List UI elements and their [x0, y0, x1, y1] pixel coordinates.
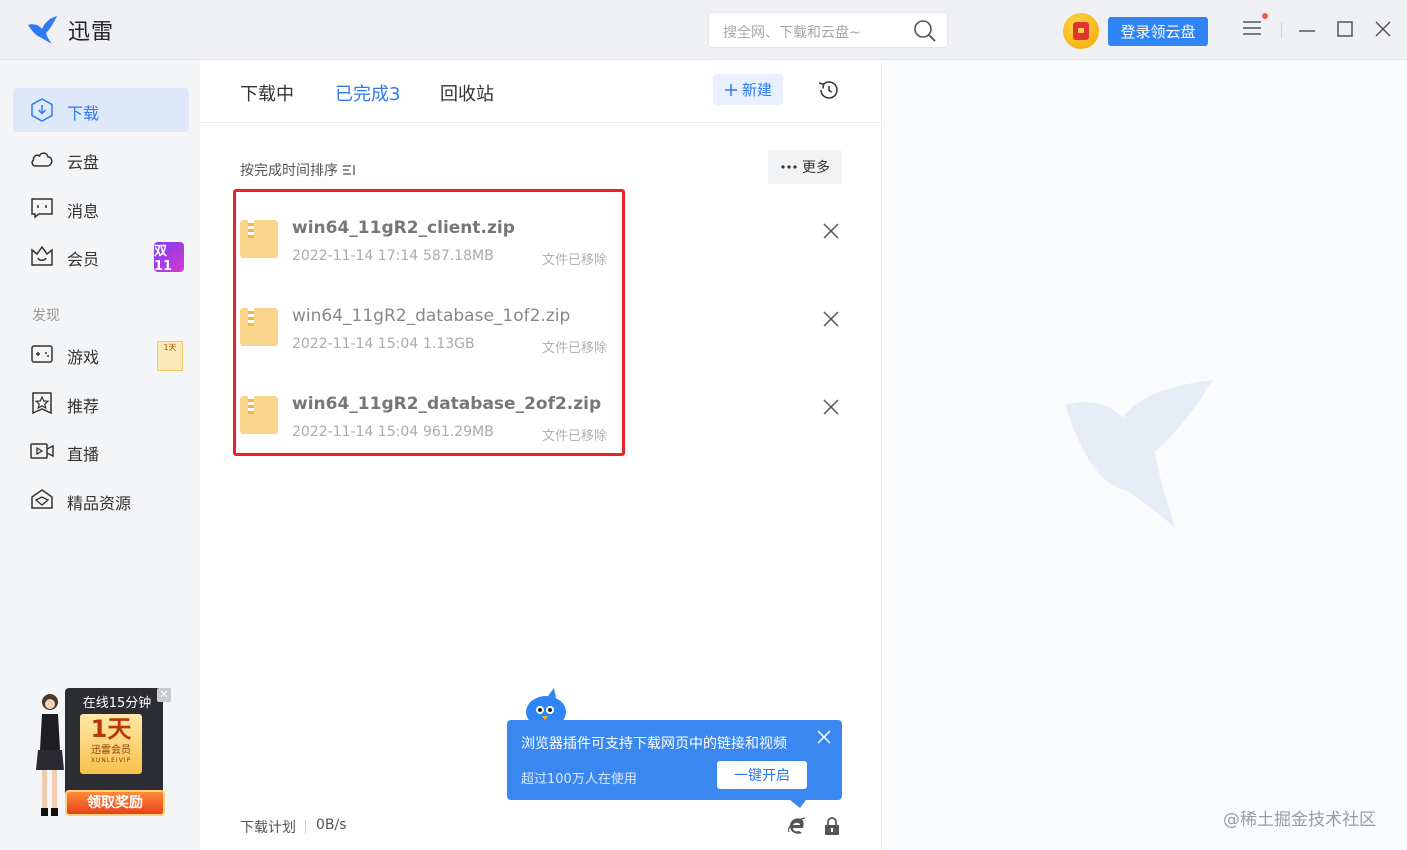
tab-bar: 下载中 已完成3 回收站 新建	[200, 60, 882, 123]
claim-reward-button[interactable]: 领取奖励	[65, 790, 165, 816]
history-icon[interactable]	[817, 78, 841, 102]
menu-icon[interactable]	[1242, 18, 1262, 38]
download-icon	[31, 98, 53, 122]
browser-plugin-tooltip: 浏览器插件可支持下载网页中的链接和视频 超过100万人在使用 一键开启	[507, 720, 842, 808]
diamond-icon	[31, 489, 53, 509]
sort-icon	[343, 165, 356, 175]
sidebar-item-vip[interactable]: 会员 双11	[13, 234, 189, 278]
one-day-badge: 1天	[157, 341, 183, 371]
vip-promo-banner[interactable]: 在线15分钟 1天 迅雷会员 XUNLEIVIP 领取奖励 ✕	[30, 680, 180, 820]
vip-promo-card[interactable]: 在线15分钟 1天 迅雷会员 XUNLEIVIP 领取奖励	[65, 688, 165, 816]
sidebar-item-label: 推荐	[67, 397, 100, 416]
more-label: 更多	[802, 160, 830, 176]
sidebar-item-label: 精品资源	[67, 494, 132, 513]
sidebar-item-label: 下载	[67, 104, 100, 123]
sidebar-item-recommend[interactable]: 推荐	[13, 381, 189, 425]
enable-plugin-button[interactable]: 一键开启	[717, 761, 807, 789]
search-icon[interactable]	[913, 19, 937, 43]
notification-dot	[1262, 13, 1268, 19]
minimize-icon[interactable]	[1298, 18, 1316, 38]
maximize-icon[interactable]	[1336, 18, 1354, 38]
highlight-box	[233, 189, 625, 456]
promo-vip-name: 迅雷会员	[91, 745, 131, 756]
sidebar-item-download[interactable]: 下载	[13, 88, 189, 132]
gamepad-icon	[31, 345, 53, 363]
title-bar: 迅雷 搜全网、下载和云盘~ 登录领云盘	[0, 0, 1407, 60]
tab-recycle-bin[interactable]: 回收站	[440, 80, 494, 106]
watermark-text: @稀土掘金技术社区	[1223, 810, 1376, 830]
search-placeholder: 搜全网、下载和云盘~	[723, 25, 861, 41]
tooltip-close-icon[interactable]	[817, 730, 831, 744]
download-plan-label[interactable]: 下载计划	[240, 817, 296, 837]
double11-badge: 双11	[154, 242, 184, 274]
xunlei-watermark-bird-icon	[1065, 380, 1213, 528]
sidebar-item-label: 直播	[67, 445, 100, 464]
title-divider	[1281, 22, 1282, 38]
cloud-icon	[31, 152, 53, 167]
tooltip-title: 浏览器插件可支持下载网页中的链接和视频	[521, 736, 787, 752]
promo-day-ticket: 1天 迅雷会员 XUNLEIVIP	[80, 714, 142, 774]
live-video-icon	[30, 443, 54, 459]
delete-icon[interactable]	[822, 398, 840, 416]
login-button[interactable]: 登录领云盘	[1108, 17, 1208, 46]
sidebar-item-cloud[interactable]: 云盘	[13, 137, 189, 181]
promo-vip-name-en: XUNLEIVIP	[90, 757, 132, 764]
discover-section-label: 发现	[32, 308, 60, 324]
tab-completed[interactable]: 已完成3	[335, 80, 400, 106]
tooltip-subtitle: 超过100万人在使用	[521, 772, 637, 787]
delete-icon[interactable]	[822, 310, 840, 328]
message-icon	[31, 198, 53, 219]
more-button[interactable]: 更多	[768, 150, 842, 184]
sidebar-item-label: 游戏	[67, 348, 100, 367]
star-icon	[32, 392, 52, 415]
tooltip-tail	[790, 800, 806, 808]
detail-panel: @稀土掘金技术社区	[883, 60, 1407, 850]
red-packet-icon[interactable]	[1063, 13, 1099, 49]
sidebar-item-live[interactable]: 直播	[13, 429, 189, 473]
delete-icon[interactable]	[822, 222, 840, 240]
new-task-button[interactable]: 新建	[713, 74, 783, 105]
new-task-label: 新建	[741, 81, 772, 99]
sidebar-item-games[interactable]: 游戏 1天	[13, 332, 189, 376]
sort-label: 按完成时间排序	[240, 163, 338, 179]
more-dots-icon	[781, 165, 797, 169]
browser-icon[interactable]	[787, 816, 807, 836]
sidebar-item-label: 消息	[67, 202, 100, 221]
sidebar-item-messages[interactable]: 消息	[13, 186, 189, 230]
app-logo: 迅雷	[26, 14, 114, 46]
tab-downloading[interactable]: 下载中	[240, 80, 294, 106]
sidebar-item-label: 云盘	[67, 153, 100, 172]
xunlei-bird-icon	[28, 16, 57, 44]
close-icon[interactable]	[1374, 18, 1392, 38]
sidebar-item-label: 会员	[67, 250, 100, 269]
sort-by-completion-time[interactable]: 按完成时间排序	[240, 160, 356, 180]
promo-online-label: 在线15分钟	[82, 696, 152, 711]
promo-day-count: 1天	[90, 715, 132, 743]
character-illustration	[36, 694, 64, 816]
footer-divider	[305, 820, 306, 834]
crown-icon	[31, 245, 53, 266]
download-speed: 0B/s	[316, 817, 347, 833]
download-panel: 下载中 已完成3 回收站 新建 按完成时间排序 更多 win64_11gR2_c…	[200, 60, 882, 850]
plus-icon	[724, 83, 737, 96]
lock-icon[interactable]	[823, 816, 841, 836]
sidebar-item-premium[interactable]: 精品资源	[13, 478, 189, 522]
app-title: 迅雷	[68, 20, 115, 45]
sidebar: 下载 云盘 消息 会员 双11 发现 游戏 1天 推荐 直播 精品资源 在线15…	[0, 60, 200, 850]
promo-close-icon[interactable]: ✕	[157, 688, 171, 702]
search-input[interactable]: 搜全网、下载和云盘~	[708, 12, 948, 48]
